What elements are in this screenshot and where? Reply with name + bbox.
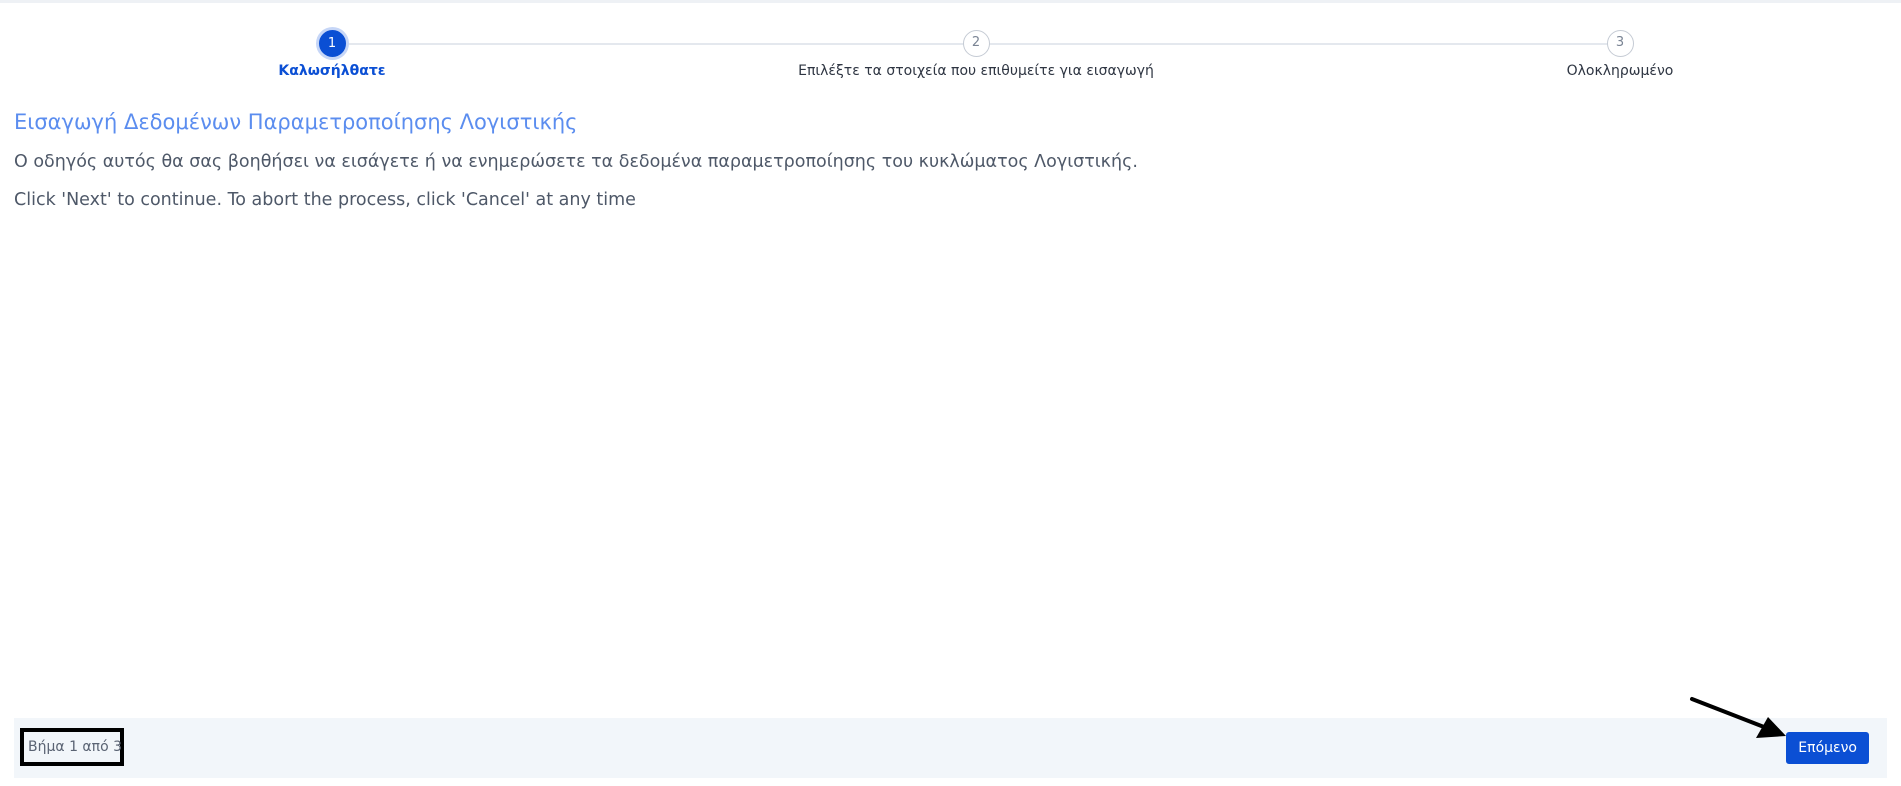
step-number-circle: 2 (962, 30, 990, 57)
instruction-text: Click 'Next' to continue. To abort the p… (14, 190, 636, 210)
wizard-step-2[interactable]: 2 Επιλέξτε τα στοιχεία που επιθυμείτε γι… (676, 30, 1276, 79)
step-counter: Βήμα 1 από 3 (20, 728, 124, 766)
wizard-stepper: 1 Καλωσήλθατε 2 Επιλέξτε τα στοιχεία που… (0, 0, 1901, 90)
wizard-step-3[interactable]: 3 Ολοκληρωμένο (1320, 30, 1901, 79)
step-label: Επιλέξτε τα στοιχεία που επιθυμείτε για … (798, 63, 1154, 79)
step-label: Ολοκληρωμένο (1566, 63, 1674, 79)
step-number-circle: 1 (318, 30, 346, 57)
page-title: Εισαγωγή Δεδομένων Παραμετροποίησης Λογι… (14, 110, 578, 134)
step-number-circle: 3 (1606, 30, 1634, 57)
step-label: Καλωσήλθατε (278, 63, 386, 79)
wizard-footer: Βήμα 1 από 3 Επόμενο (14, 718, 1887, 778)
next-button[interactable]: Επόμενο (1786, 732, 1869, 764)
arrow-annotation-icon (1690, 697, 1786, 738)
wizard-step-1[interactable]: 1 Καλωσήλθατε (32, 30, 632, 79)
intro-text: Ο οδηγός αυτός θα σας βοηθήσει να εισάγε… (14, 152, 1138, 172)
